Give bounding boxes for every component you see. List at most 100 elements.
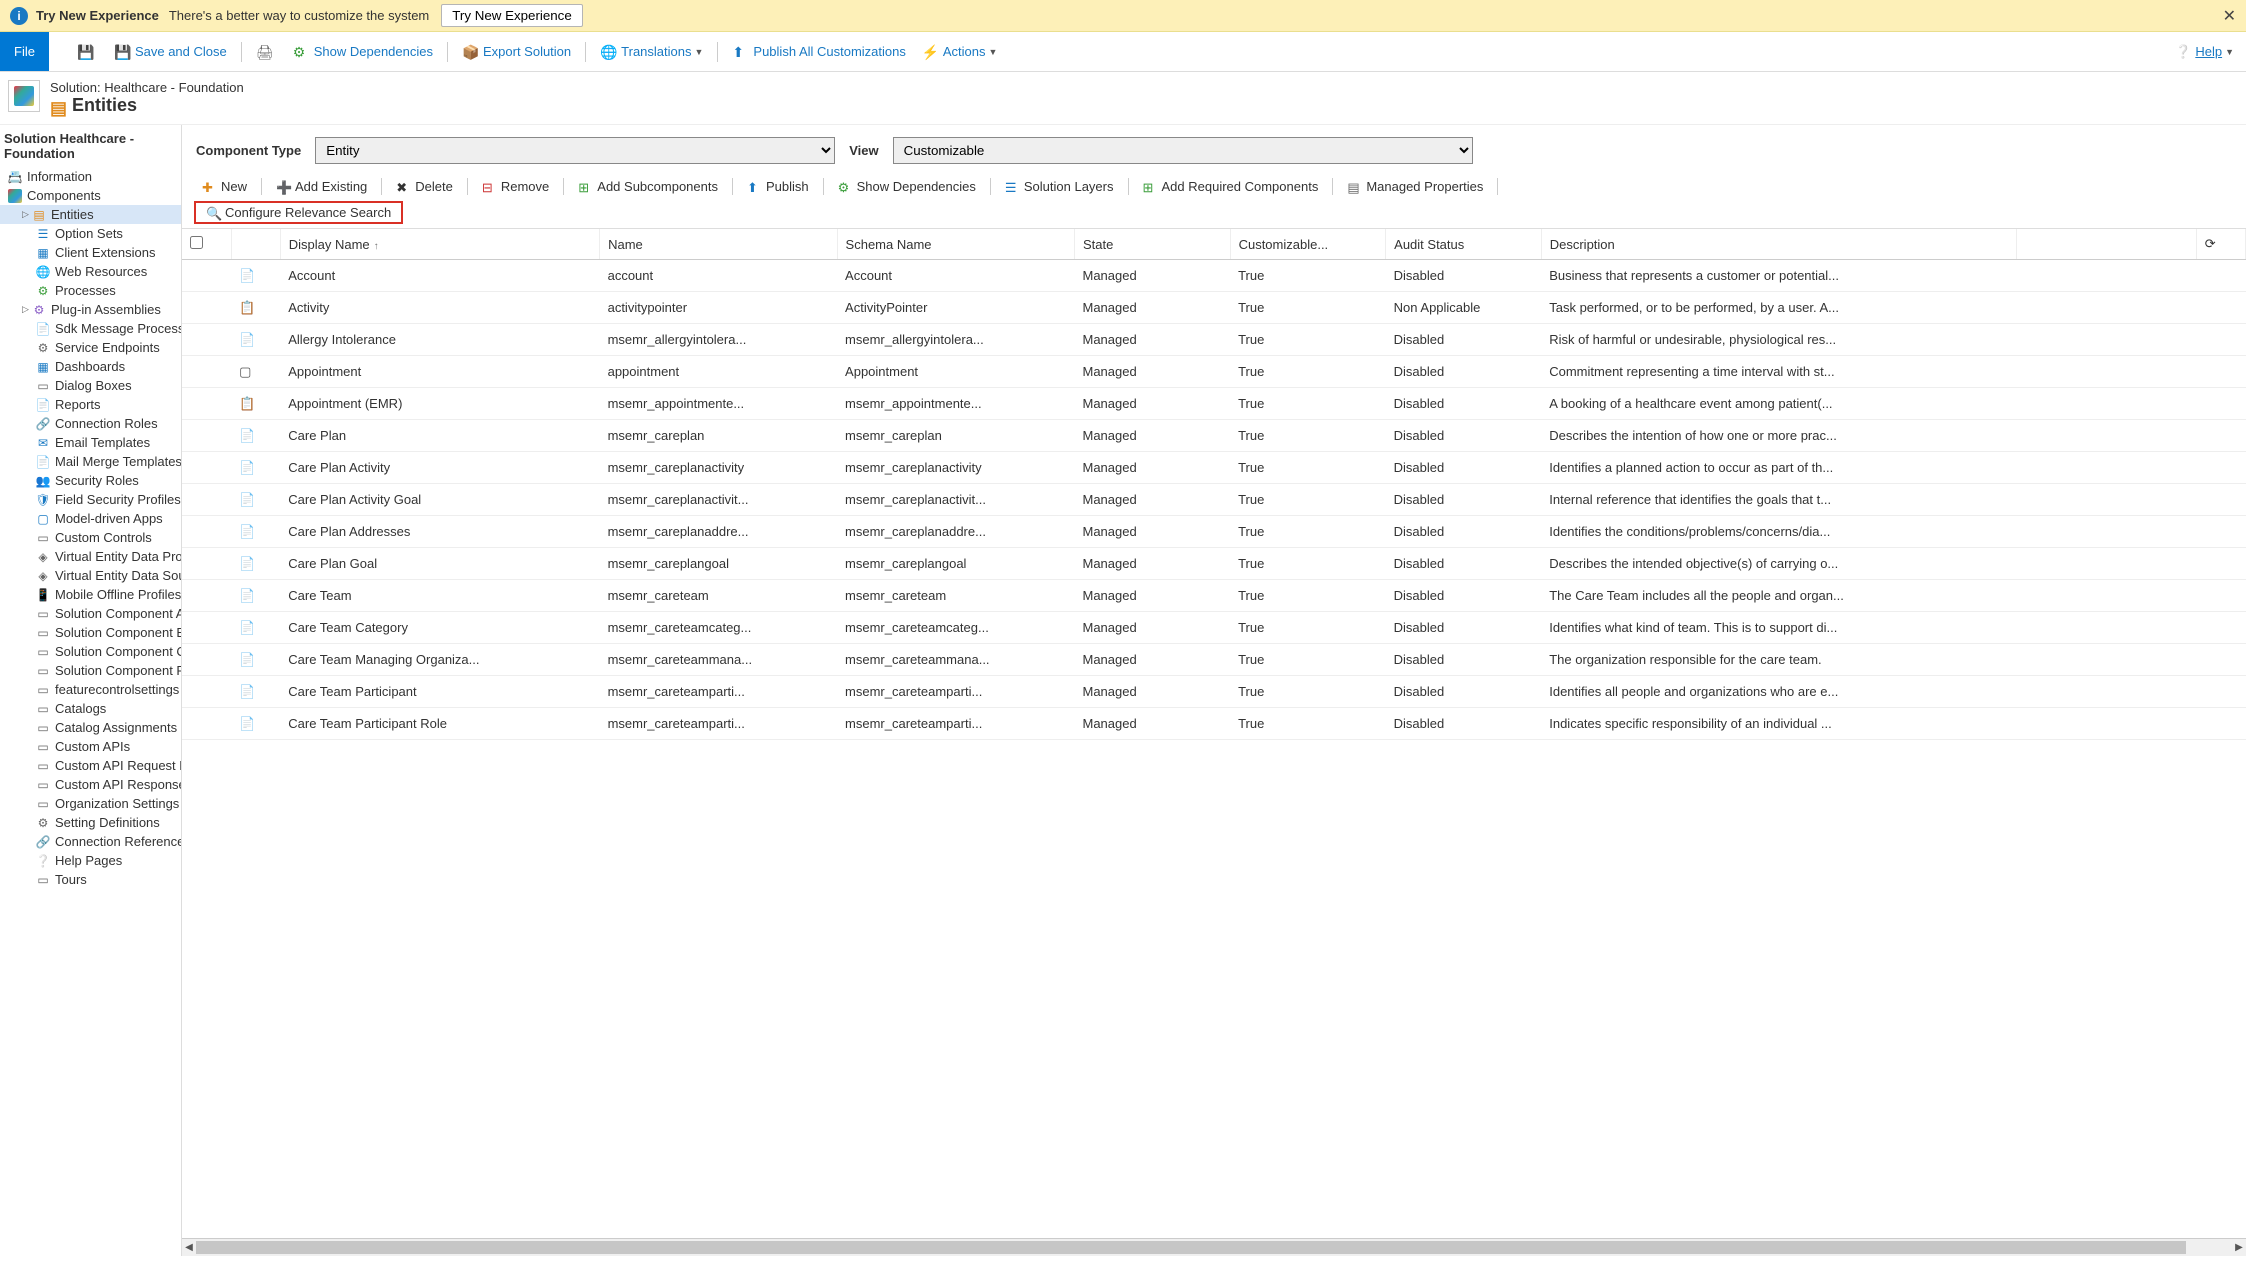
sidebar-mobile-offline[interactable]: 📱Mobile Offline Profiles xyxy=(0,585,181,604)
row-checkbox[interactable] xyxy=(182,612,231,644)
sidebar-custom-api-res[interactable]: ▭Custom API Response ... xyxy=(0,775,181,794)
file-menu[interactable]: File xyxy=(0,32,49,71)
sidebar-processes[interactable]: ⚙Processes xyxy=(0,281,181,300)
table-row[interactable]: 📄Care Team Categorymsemr_careteamcateg..… xyxy=(182,612,2246,644)
managed-properties-button[interactable]: ▤Managed Properties xyxy=(1339,176,1491,197)
table-row[interactable]: 📄Care Team Managing Organiza...msemr_car… xyxy=(182,644,2246,676)
save-and-close-button[interactable]: 💾Save and Close xyxy=(106,32,235,71)
expand-icon[interactable]: ▷ xyxy=(22,304,32,315)
row-checkbox[interactable] xyxy=(182,484,231,516)
sidebar-custom-api-req[interactable]: ▭Custom API Request Pa... xyxy=(0,756,181,775)
sidebar-connection-references[interactable]: 🔗Connection References xyxy=(0,832,181,851)
table-row[interactable]: 📄Care Planmsemr_careplanmsemr_careplanMa… xyxy=(182,420,2246,452)
sidebar-plugin-assemblies[interactable]: ▷⚙Plug-in Assemblies xyxy=(0,300,181,319)
sidebar-sdk-message[interactable]: 📄Sdk Message Processin... xyxy=(0,319,181,338)
sidebar-field-security[interactable]: 🛡Field Security Profiles xyxy=(0,490,181,509)
table-row[interactable]: 📄Care Plan Activitymsemr_careplanactivit… xyxy=(182,452,2246,484)
sidebar-solution-component-c[interactable]: ▭Solution Component C... xyxy=(0,642,181,661)
sidebar-email-templates[interactable]: ✉Email Templates xyxy=(0,433,181,452)
col-display-name[interactable]: Display Name↑ xyxy=(280,229,599,260)
add-required-button[interactable]: ⊞Add Required Components xyxy=(1135,176,1327,197)
row-checkbox[interactable] xyxy=(182,708,231,740)
sidebar-entities[interactable]: ▷▤Entities xyxy=(0,205,181,224)
publish-button[interactable]: ⬆Publish xyxy=(739,176,817,197)
print-button[interactable]: 🖨 xyxy=(248,32,285,71)
sidebar-custom-controls[interactable]: ▭Custom Controls xyxy=(0,528,181,547)
sidebar-mail-merge[interactable]: 📄Mail Merge Templates xyxy=(0,452,181,471)
actions-menu[interactable]: ⚡Actions▼ xyxy=(914,32,1006,71)
refresh-button[interactable]: ⟳ xyxy=(2196,229,2245,260)
sidebar-security-roles[interactable]: 👥Security Roles xyxy=(0,471,181,490)
table-row[interactable]: 📄Care Team Participantmsemr_careteampart… xyxy=(182,676,2246,708)
table-row[interactable]: ▢AppointmentappointmentAppointmentManage… xyxy=(182,356,2246,388)
expand-icon[interactable]: ▷ xyxy=(22,209,32,220)
sidebar-components[interactable]: Components xyxy=(0,186,181,205)
select-all-checkbox[interactable] xyxy=(182,229,231,260)
add-existing-button[interactable]: ➕Add Existing xyxy=(268,176,375,197)
configure-relevance-search-button[interactable]: 🔍Configure Relevance Search xyxy=(194,201,403,224)
entity-grid[interactable]: Display Name↑ Name Schema Name State Cus… xyxy=(182,229,2246,1238)
col-state[interactable]: State xyxy=(1075,229,1231,260)
table-row[interactable]: 📋ActivityactivitypointerActivityPointerM… xyxy=(182,292,2246,324)
add-subcomponents-button[interactable]: ⊞Add Subcomponents xyxy=(570,176,726,197)
row-checkbox[interactable] xyxy=(182,676,231,708)
sidebar-virtual-entity-providers[interactable]: ◈Virtual Entity Data Prov... xyxy=(0,547,181,566)
col-customizable[interactable]: Customizable... xyxy=(1230,229,1386,260)
sidebar-setting-definitions[interactable]: ⚙Setting Definitions xyxy=(0,813,181,832)
export-solution-button[interactable]: 📦Export Solution xyxy=(454,32,579,71)
table-row[interactable]: 📄AccountaccountAccountManagedTrueDisable… xyxy=(182,260,2246,292)
row-checkbox[interactable] xyxy=(182,516,231,548)
sidebar-resize-grip[interactable]: ⋮ xyxy=(181,677,182,705)
col-description[interactable]: Description xyxy=(1541,229,2016,260)
scroll-left-icon[interactable]: ◀ xyxy=(182,1239,196,1256)
col-audit-status[interactable]: Audit Status xyxy=(1386,229,1542,260)
row-checkbox[interactable] xyxy=(182,356,231,388)
col-name[interactable]: Name xyxy=(600,229,837,260)
show-dependencies-button[interactable]: ⚙Show Dependencies xyxy=(285,32,441,71)
sidebar-feature-settings[interactable]: ▭featurecontrolsettings xyxy=(0,680,181,699)
delete-button[interactable]: ✖Delete xyxy=(388,176,461,197)
row-checkbox[interactable] xyxy=(182,644,231,676)
sidebar-model-driven-apps[interactable]: ▢Model-driven Apps xyxy=(0,509,181,528)
table-row[interactable]: 📄Care Teammsemr_careteammsemr_careteamMa… xyxy=(182,580,2246,612)
sidebar-option-sets[interactable]: ☰Option Sets xyxy=(0,224,181,243)
sidebar-connection-roles[interactable]: 🔗Connection Roles xyxy=(0,414,181,433)
row-checkbox[interactable] xyxy=(182,452,231,484)
row-checkbox[interactable] xyxy=(182,388,231,420)
table-row[interactable]: 📄Care Team Participant Rolemsemr_caretea… xyxy=(182,708,2246,740)
help-link[interactable]: ❔Help▼ xyxy=(2175,44,2246,60)
col-schema-name[interactable]: Schema Name xyxy=(837,229,1074,260)
new-button[interactable]: ✚New xyxy=(194,176,255,197)
row-checkbox[interactable] xyxy=(182,260,231,292)
sidebar-dashboards[interactable]: ▦Dashboards xyxy=(0,357,181,376)
row-checkbox[interactable] xyxy=(182,292,231,324)
table-row[interactable]: 📄Care Plan Goalmsemr_careplangoalmsemr_c… xyxy=(182,548,2246,580)
sidebar-virtual-entity-sources[interactable]: ◈Virtual Entity Data Sour... xyxy=(0,566,181,585)
row-checkbox[interactable] xyxy=(182,420,231,452)
sidebar-solution-component-r[interactable]: ▭Solution Component R... xyxy=(0,661,181,680)
sidebar-help-pages[interactable]: ❔Help Pages xyxy=(0,851,181,870)
sidebar-tours[interactable]: ▭Tours xyxy=(0,870,181,889)
row-checkbox[interactable] xyxy=(182,580,231,612)
sidebar-reports[interactable]: 📄Reports xyxy=(0,395,181,414)
scroll-right-icon[interactable]: ▶ xyxy=(2232,1239,2246,1256)
close-banner-icon[interactable]: ✕ xyxy=(2223,6,2236,26)
table-row[interactable]: 📄Care Plan Activity Goalmsemr_careplanac… xyxy=(182,484,2246,516)
sidebar-catalogs[interactable]: ▭Catalogs xyxy=(0,699,181,718)
remove-button[interactable]: ⊟Remove xyxy=(474,176,557,197)
row-checkbox[interactable] xyxy=(182,548,231,580)
sidebar-information[interactable]: 📇Information xyxy=(0,167,181,186)
view-select[interactable]: Customizable xyxy=(893,137,1473,164)
component-type-select[interactable]: Entity xyxy=(315,137,835,164)
horizontal-scrollbar[interactable]: ◀ ▶ xyxy=(182,1238,2246,1256)
solution-layers-button[interactable]: ☰Solution Layers xyxy=(997,176,1122,197)
sidebar-organization-settings[interactable]: ▭Organization Settings xyxy=(0,794,181,813)
sidebar-solution-component-a[interactable]: ▭Solution Component A... xyxy=(0,604,181,623)
scroll-thumb[interactable] xyxy=(196,1241,2186,1254)
sidebar-solution-component-b[interactable]: ▭Solution Component B... xyxy=(0,623,181,642)
row-checkbox[interactable] xyxy=(182,324,231,356)
table-row[interactable]: 📋Appointment (EMR)msemr_appointmente...m… xyxy=(182,388,2246,420)
sidebar-service-endpoints[interactable]: ⚙Service Endpoints xyxy=(0,338,181,357)
table-row[interactable]: 📄Allergy Intolerancemsemr_allergyintoler… xyxy=(182,324,2246,356)
show-dependencies-action[interactable]: ⚙Show Dependencies xyxy=(830,176,984,197)
